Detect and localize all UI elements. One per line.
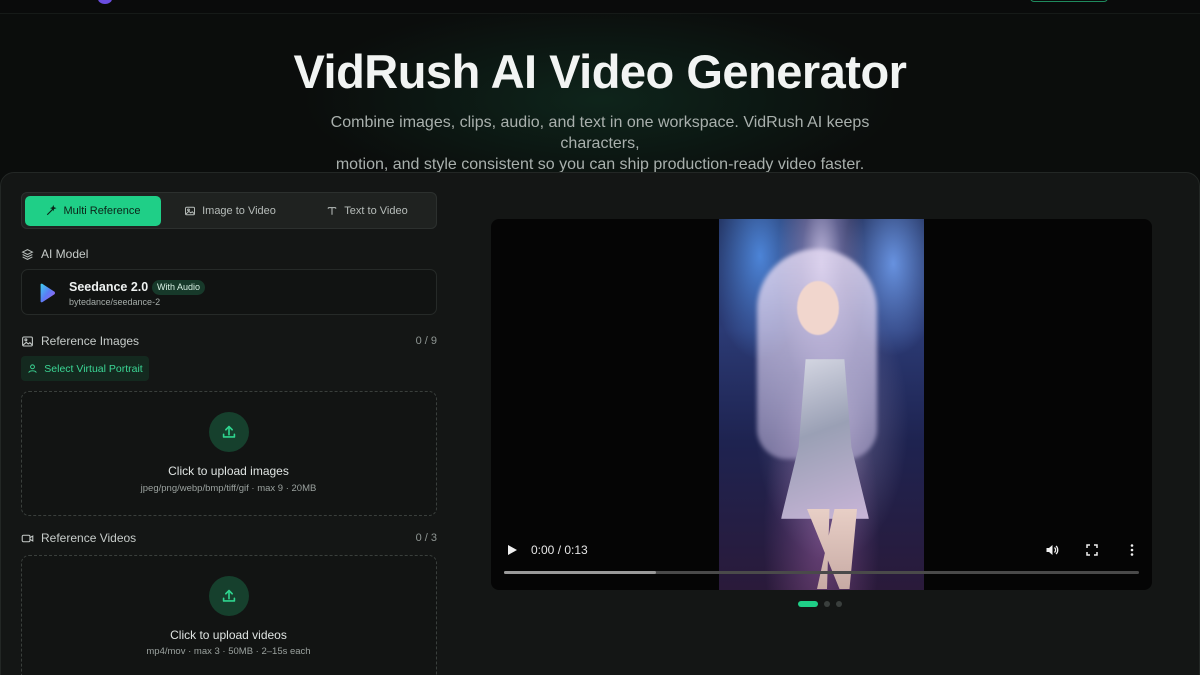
carousel-pagination [798, 601, 842, 607]
image-icon [185, 206, 196, 216]
tab-multi-reference[interactable]: Multi Reference [25, 196, 161, 226]
page-subtitle: Combine images, clips, audio, and text i… [330, 114, 870, 173]
mode-tabs: Multi Reference Image to Video Text to V… [21, 192, 437, 229]
wand-icon [47, 205, 57, 216]
text-icon [328, 207, 337, 215]
upload-icon [209, 412, 249, 452]
video-upload-title: Click to upload videos [170, 628, 287, 642]
top-nav-bar [0, 0, 1200, 14]
video-subject-legs [807, 509, 857, 589]
audio-badge: With Audio [152, 280, 206, 295]
nav-cta-button[interactable] [1030, 0, 1108, 2]
image-upload-dropzone[interactable]: Click to upload images jpeg/png/webp/bmp… [21, 391, 437, 516]
video-subject-face [797, 281, 839, 335]
more-options-icon[interactable] [1125, 543, 1139, 557]
reference-videos-count: 0 / 3 [415, 532, 437, 544]
model-name: Seedance 2.0 [69, 280, 149, 294]
logo-icon[interactable] [98, 0, 112, 4]
image-upload-hint: jpeg/png/webp/bmp/tiff/gif · max 9 · 20M… [140, 483, 317, 494]
video-player[interactable]: 0:00 / 0:13 [491, 219, 1152, 590]
carousel-dot[interactable] [798, 601, 818, 607]
upload-icon [209, 576, 249, 616]
tab-text-to-video[interactable]: Text to Video [299, 196, 435, 226]
seedance-logo-icon [40, 283, 56, 303]
tab-image-to-video[interactable]: Image to Video [164, 196, 296, 226]
video-camera-icon [21, 534, 34, 542]
reference-images-label: Reference Images [21, 334, 139, 348]
reference-videos-label: Reference Videos [21, 531, 136, 545]
volume-icon[interactable] [1045, 543, 1059, 557]
model-id: bytedance/seedance-2 [69, 297, 161, 307]
video-upload-hint: mp4/mov · max 3 · 50MB · 2–15s each [146, 646, 311, 657]
layers-icon [21, 248, 34, 260]
video-frame [719, 219, 924, 590]
ai-model-label: AI Model [21, 247, 88, 261]
fullscreen-icon[interactable] [1085, 543, 1099, 557]
select-virtual-portrait-button[interactable]: Select Virtual Portrait [21, 356, 149, 381]
play-icon[interactable] [505, 543, 519, 557]
page-title: VidRush AI Video Generator [293, 45, 907, 98]
video-progress-bar[interactable] [504, 571, 1139, 574]
video-buffered-fill [504, 571, 657, 574]
reference-images-count: 0 / 9 [415, 335, 437, 347]
user-icon [28, 364, 38, 373]
carousel-dot[interactable] [824, 601, 830, 607]
video-upload-dropzone[interactable]: Click to upload videos mp4/mov · max 3 ·… [21, 555, 437, 675]
image-upload-title: Click to upload images [168, 464, 289, 478]
video-time: 0:00 / 0:13 [531, 543, 588, 557]
model-selector[interactable]: Seedance 2.0 With Audio bytedance/seedan… [21, 269, 437, 315]
carousel-dot[interactable] [836, 601, 842, 607]
image-icon [22, 336, 33, 346]
